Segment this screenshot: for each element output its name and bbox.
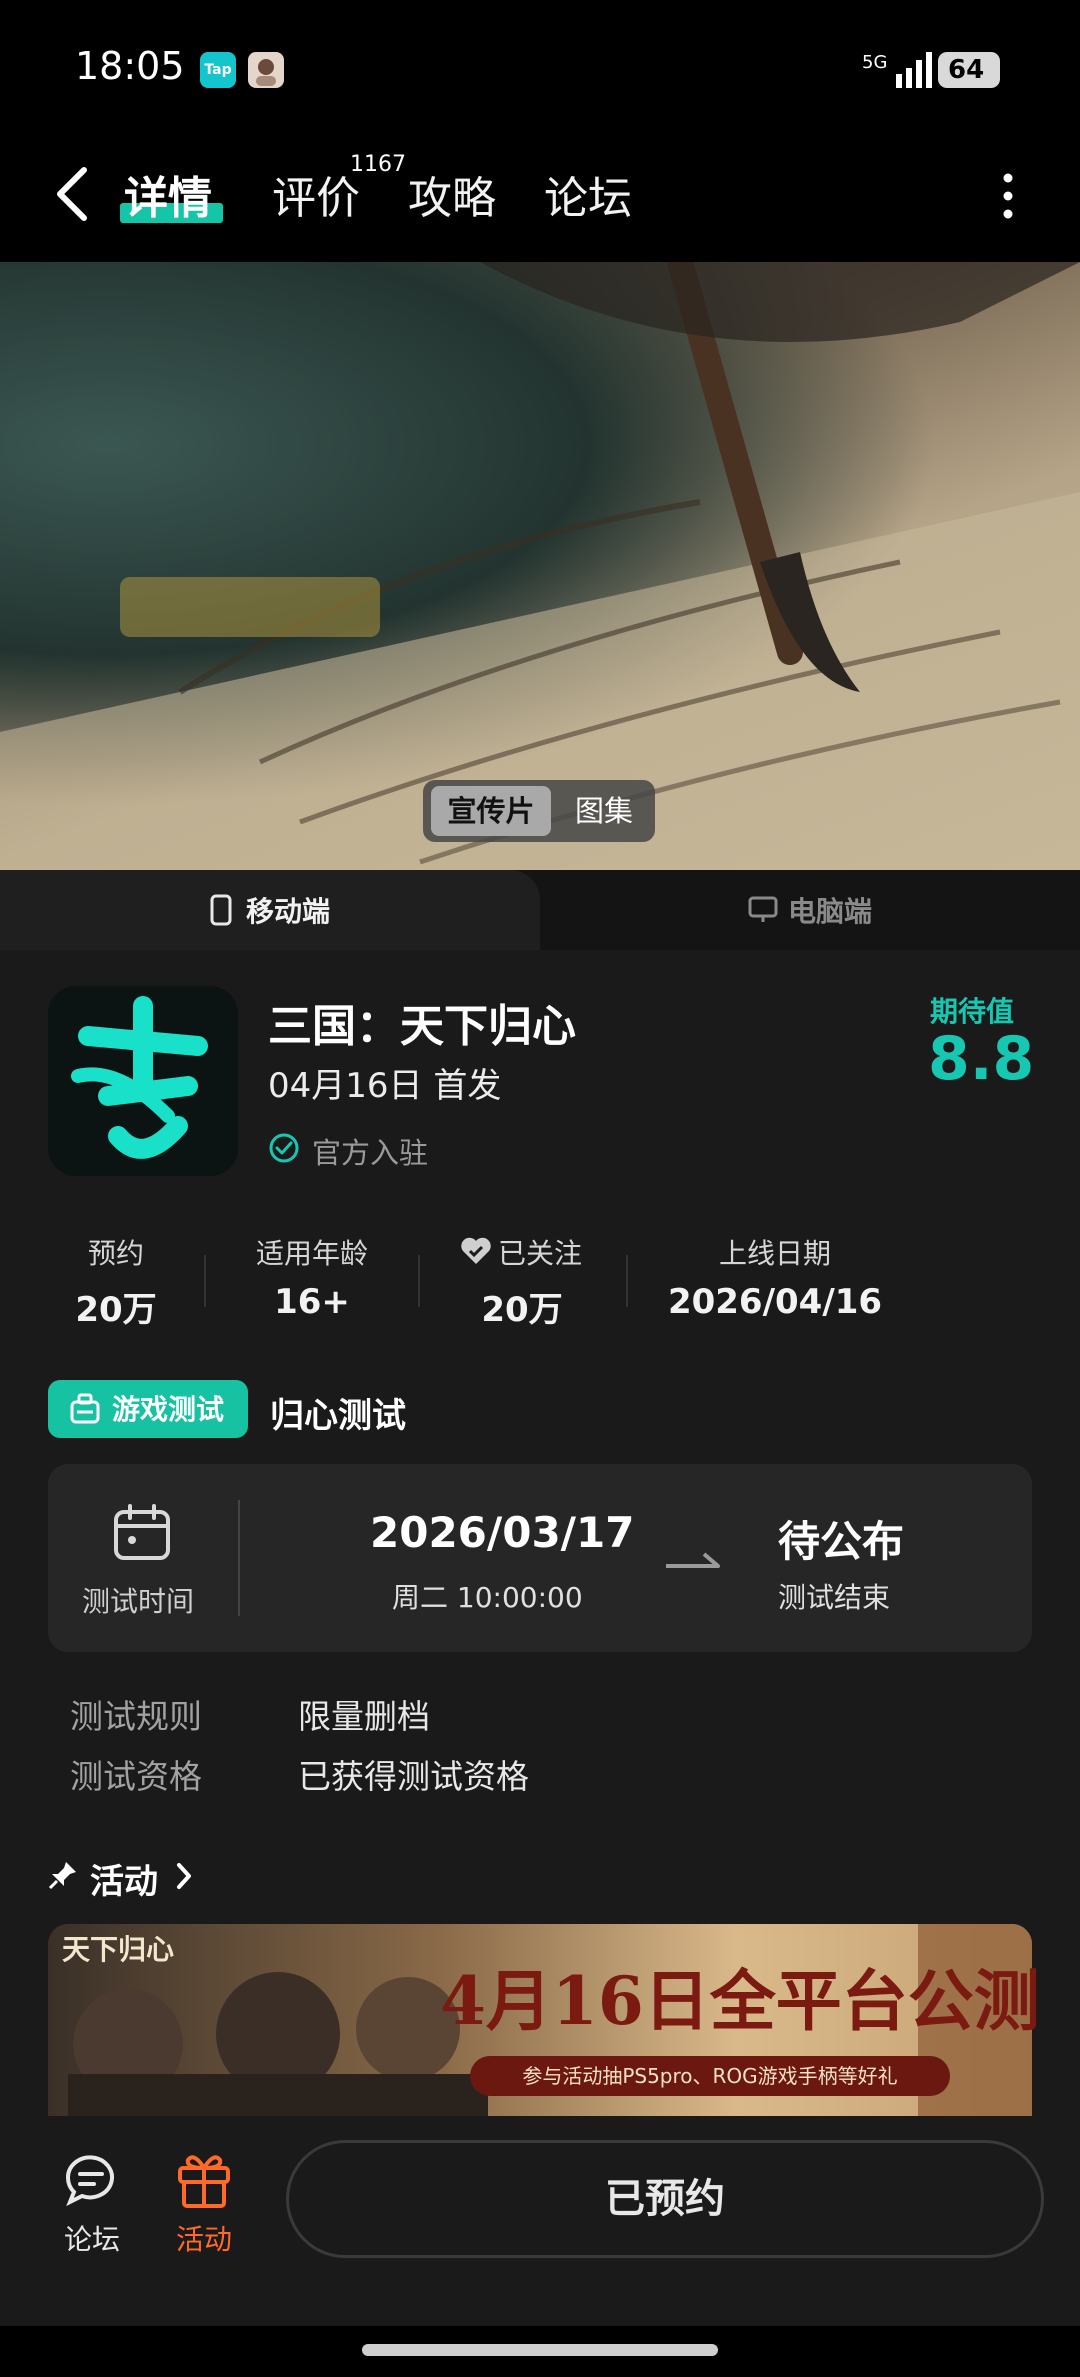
tab-details[interactable]: 详情 bbox=[124, 162, 212, 226]
reserved-button[interactable]: 已预约 bbox=[286, 2140, 1044, 2258]
stat-divider bbox=[204, 1255, 206, 1307]
tab-forum[interactable]: 论坛 bbox=[544, 162, 632, 226]
network-type: 5G bbox=[862, 52, 888, 73]
chevron-right-icon[interactable] bbox=[176, 1862, 192, 1890]
desktop-monitor-icon bbox=[748, 896, 778, 922]
test-start-date: 2026/03/17 bbox=[370, 1508, 635, 1557]
arrow-right-icon bbox=[666, 1552, 720, 1568]
banner-subtitle: 参与活动抽PS5pro、ROG游戏手柄等好礼 bbox=[470, 2056, 950, 2096]
banner-headline: 4月16日全平台公测 bbox=[440, 1962, 1040, 2040]
test-rule-label: 测试规则 bbox=[70, 1697, 202, 1736]
test-eligibility-label: 测试资格 bbox=[70, 1757, 202, 1796]
platform-tab-pc[interactable]: 电脑端 bbox=[788, 890, 872, 930]
stat-reservations-label: 预约 bbox=[87, 1237, 144, 1270]
test-eligibility-value: 已获得测试资格 bbox=[298, 1757, 529, 1796]
test-end-status: 待公布 bbox=[778, 1517, 905, 1566]
calligraphy-scene-image bbox=[0, 262, 1080, 870]
test-start-time: 周二 10:00:00 bbox=[392, 1581, 583, 1614]
gift-icon[interactable] bbox=[174, 2148, 234, 2210]
game-test-badge-label: 游戏测试 bbox=[112, 1393, 225, 1426]
status-time: 18:05 bbox=[75, 44, 185, 88]
pin-icon bbox=[48, 1862, 76, 1890]
more-options-icon[interactable] bbox=[1000, 170, 1016, 222]
stat-divider bbox=[626, 1255, 628, 1307]
home-indicator[interactable] bbox=[362, 2344, 718, 2356]
battery-icon: 64 bbox=[938, 52, 1000, 88]
platform-tab-mobile[interactable]: 移动端 bbox=[246, 890, 330, 930]
trailer-tab[interactable]: 宣传片 bbox=[431, 786, 551, 836]
stat-divider bbox=[418, 1255, 420, 1307]
forum-nav-label[interactable]: 论坛 bbox=[64, 2218, 120, 2258]
test-end-label: 测试结束 bbox=[778, 1581, 891, 1614]
tab-guides[interactable]: 攻略 bbox=[408, 162, 496, 226]
verified-check-icon bbox=[269, 1133, 299, 1163]
tap-app-icon: Tap bbox=[200, 52, 236, 88]
stat-reservations-value: 20万 bbox=[75, 1290, 157, 1330]
stat-age-label: 适用年龄 bbox=[255, 1237, 368, 1270]
signal-icon bbox=[896, 52, 932, 88]
expectation-score: 8.8 bbox=[928, 1024, 1035, 1094]
heart-icon bbox=[461, 1237, 491, 1264]
calendar-icon bbox=[114, 1504, 170, 1560]
stat-launch-date-value: 2026/04/16 bbox=[667, 1282, 883, 1322]
forum-chat-icon[interactable] bbox=[62, 2150, 122, 2210]
test-time-label: 测试时间 bbox=[82, 1585, 195, 1618]
release-date-text: 04月16日 首发 bbox=[268, 1066, 502, 1106]
game-app-icon bbox=[48, 986, 238, 1176]
promo-video-player[interactable] bbox=[0, 262, 1080, 870]
stat-followers-label: 已关注 bbox=[498, 1237, 583, 1270]
activity-section-title[interactable]: 活动 bbox=[90, 1854, 158, 1903]
game-title: 三国：天下归心 bbox=[268, 1001, 576, 1052]
official-verified-label: 官方入驻 bbox=[312, 1136, 429, 1170]
mobile-phone-icon bbox=[210, 894, 232, 926]
test-name: 归心测试 bbox=[270, 1396, 406, 1436]
test-rule-value: 限量删档 bbox=[298, 1697, 430, 1736]
activity-nav-label[interactable]: 活动 bbox=[176, 2218, 232, 2258]
stat-age-value: 16+ bbox=[274, 1282, 350, 1322]
stat-launch-date-label: 上线日期 bbox=[718, 1237, 831, 1270]
test-flask-icon bbox=[70, 1393, 100, 1424]
card-divider bbox=[238, 1500, 240, 1616]
tab-reviews[interactable]: 评价 bbox=[272, 162, 360, 226]
avatar-notification-icon bbox=[248, 52, 284, 88]
reviews-count-badge: 1167 bbox=[350, 152, 406, 177]
stat-followers-value: 20万 bbox=[481, 1290, 563, 1330]
gallery-tab[interactable]: 图集 bbox=[560, 786, 648, 836]
back-arrow-icon[interactable] bbox=[52, 166, 92, 222]
banner-game-logo: 天下归心 bbox=[62, 1933, 175, 1966]
